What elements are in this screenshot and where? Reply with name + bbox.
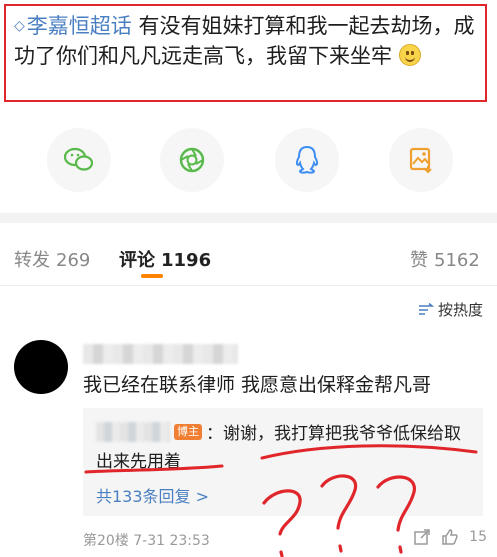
view-all-replies-link[interactable]: 共133条回复 > [96, 483, 209, 507]
tab-bar: 转发 269 评论 1196 赞 5162 [0, 238, 497, 288]
tab-comments[interactable]: 评论 1196 [119, 246, 211, 272]
author-badge: 博主 [174, 424, 202, 440]
reply-box[interactable]: ：谢谢，我打算把我爷爷低保给取出来先用着 博主 共133条回复 > [83, 408, 483, 516]
share-icon[interactable] [413, 528, 431, 546]
comment-actions: 15 [413, 528, 487, 546]
comment-meta: 第20楼 7-31 23:53 [83, 533, 210, 549]
save-image-button[interactable] [389, 128, 453, 192]
active-tab-indicator [141, 274, 163, 278]
save-image-icon [409, 147, 432, 174]
sort-by-hot-button[interactable]: 按热度 [418, 299, 483, 320]
share-moments-button[interactable] [160, 128, 224, 192]
share-row [0, 128, 497, 192]
tab-divider [0, 285, 497, 286]
post-text: ◇李嘉恒超话 有没有姐妹打算和我一起去劫场，成功了你们和凡凡远走高飞，我留下来坐… [14, 11, 484, 71]
tab-likes[interactable]: 赞 5162 [410, 246, 480, 272]
super-topic-icon: ◇ [14, 18, 25, 34]
moments-icon [179, 147, 205, 173]
like-count: 15 [469, 529, 487, 545]
sort-icon [418, 302, 434, 315]
qq-icon [295, 145, 319, 174]
share-wechat-button[interactable] [47, 128, 111, 192]
comment-text: 我已经在联系律师 我愿意出保释金帮凡哥 [83, 374, 432, 396]
topic-link[interactable]: ◇李嘉恒超话 [14, 14, 132, 38]
wechat-icon [64, 147, 94, 171]
like-icon[interactable] [441, 528, 459, 546]
smile-emoji-icon [398, 44, 421, 66]
tab-repost[interactable]: 转发 269 [14, 246, 90, 272]
section-separator [0, 213, 497, 223]
username-redacted [83, 344, 238, 364]
share-qq-button[interactable] [275, 128, 339, 192]
reply-text: ：谢谢，我打算把我爷爷低保给取出来先用着 [96, 424, 461, 472]
avatar[interactable] [14, 340, 68, 394]
